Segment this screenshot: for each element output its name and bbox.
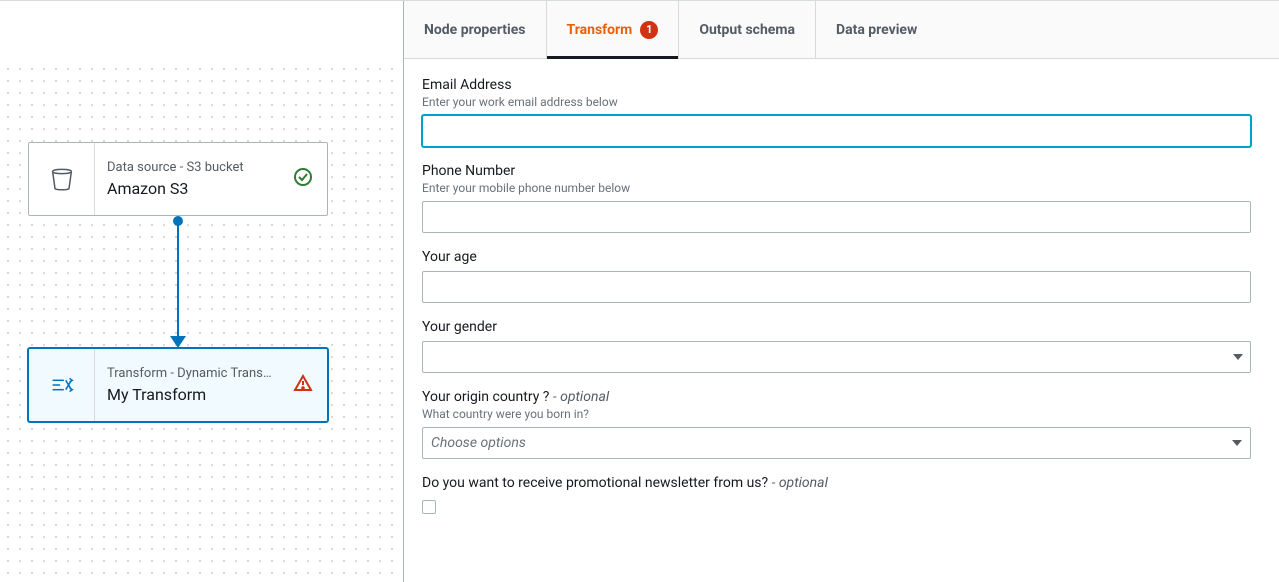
field-help: Enter your work email address below <box>422 95 1251 109</box>
field-label-text: Your origin country ? <box>422 389 553 405</box>
select-placeholder: Choose options <box>431 435 526 451</box>
field-help: What country were you born in? <box>422 407 1251 421</box>
field-newsletter: Do you want to receive promotional newsl… <box>422 475 1251 518</box>
transform-icon <box>47 370 77 400</box>
graph-node-my-transform[interactable]: Transform - Dynamic Trans… My Transform <box>28 348 328 422</box>
field-label-text: Do you want to receive promotional newsl… <box>422 475 772 491</box>
node-name-label: Amazon S3 <box>107 179 283 198</box>
field-label: Your gender <box>422 319 1251 335</box>
field-age: Your age <box>422 249 1251 303</box>
tab-data-preview[interactable]: Data preview <box>816 1 937 58</box>
node-icon-col <box>29 349 95 421</box>
field-gender: Your gender <box>422 319 1251 373</box>
canvas-dot-grid <box>0 61 403 582</box>
field-help: Enter your mobile phone number below <box>422 181 1251 195</box>
edge-arrow-icon <box>170 336 186 348</box>
field-label: Do you want to receive promotional newsl… <box>422 475 1251 491</box>
tab-badge: 1 <box>640 21 658 39</box>
origin-country-select[interactable]: Choose options <box>422 427 1251 459</box>
status-warning-icon <box>293 373 313 397</box>
optional-tag: - optional <box>772 475 828 491</box>
node-type-label: Transform - Dynamic Trans… <box>107 366 283 381</box>
graph-node-s3-source[interactable]: Data source - S3 bucket Amazon S3 <box>28 142 328 216</box>
details-panel: Node properties Transform 1 Output schem… <box>404 1 1279 582</box>
bucket-icon <box>47 164 77 194</box>
phone-input[interactable] <box>422 201 1251 233</box>
tab-label: Data preview <box>836 22 917 38</box>
tab-label: Output schema <box>699 22 795 38</box>
tab-transform[interactable]: Transform 1 <box>547 1 680 58</box>
field-label: Phone Number <box>422 163 1251 179</box>
edge-line <box>177 220 179 340</box>
email-input[interactable] <box>422 115 1251 147</box>
newsletter-checkbox[interactable] <box>422 500 436 514</box>
age-input[interactable] <box>422 271 1251 303</box>
node-icon-col <box>29 143 95 215</box>
node-type-label: Data source - S3 bucket <box>107 160 283 175</box>
status-ok-icon <box>293 167 313 191</box>
tab-bar: Node properties Transform 1 Output schem… <box>404 1 1279 59</box>
tab-output-schema[interactable]: Output schema <box>679 1 816 58</box>
tab-label: Node properties <box>424 22 526 38</box>
node-name-label: My Transform <box>107 385 283 404</box>
tab-label: Transform <box>567 22 633 38</box>
node-body: Transform - Dynamic Trans… My Transform <box>95 349 327 421</box>
node-body: Data source - S3 bucket Amazon S3 <box>95 143 327 215</box>
field-label: Your age <box>422 249 1251 265</box>
chevron-down-icon <box>1232 440 1242 446</box>
field-phone: Phone Number Enter your mobile phone num… <box>422 163 1251 233</box>
field-email: Email Address Enter your work email addr… <box>422 77 1251 147</box>
field-label: Your origin country ? - optional <box>422 389 1251 405</box>
gender-select[interactable] <box>422 341 1251 373</box>
field-label: Email Address <box>422 77 1251 93</box>
transform-form: Email Address Enter your work email addr… <box>404 59 1279 582</box>
optional-tag: - optional <box>553 389 609 405</box>
field-origin-country: Your origin country ? - optional What co… <box>422 389 1251 459</box>
page-root: Data source - S3 bucket Amazon S3 <box>0 0 1279 582</box>
graph-canvas[interactable]: Data source - S3 bucket Amazon S3 <box>0 1 404 582</box>
tab-node-properties[interactable]: Node properties <box>404 1 547 58</box>
